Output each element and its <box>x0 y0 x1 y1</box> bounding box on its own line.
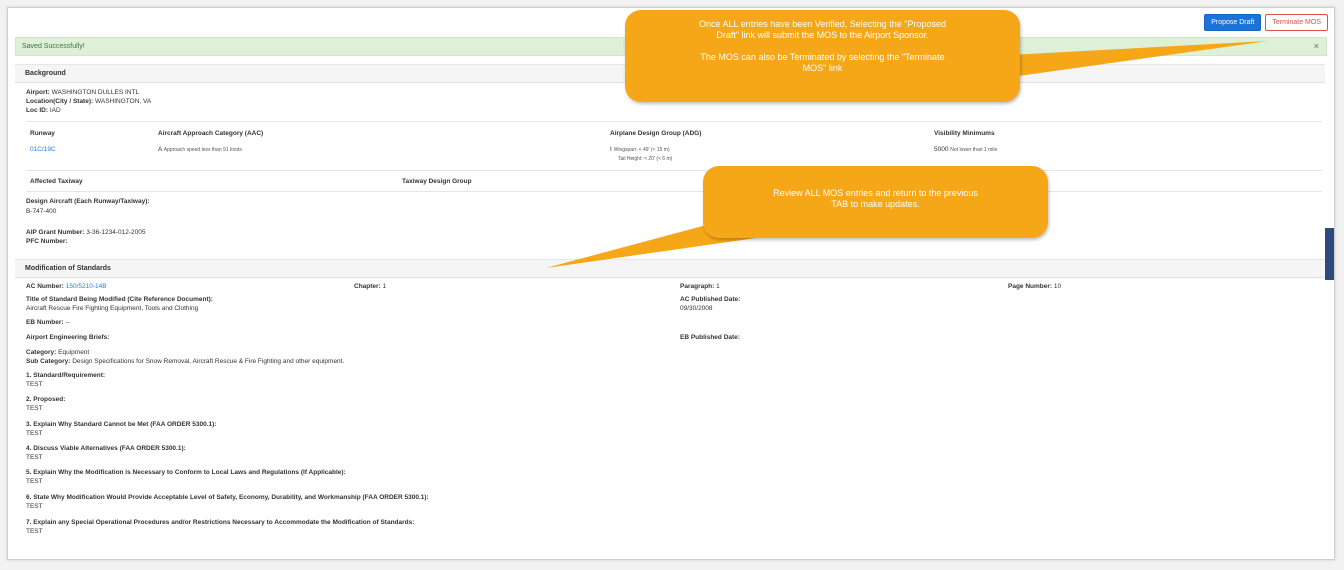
callout-text: Once ALL entries have been Verified, Sel… <box>698 19 947 29</box>
callout-text: Draft" link will submit the MOS to the A… <box>716 30 929 40</box>
top-callout: Once ALL entries have been Verified, Sel… <box>625 10 1020 102</box>
top-callout-pointer <box>990 41 1268 80</box>
callout-text: The MOS can also be Terminated by select… <box>700 52 945 62</box>
callout-text: TAB to make updates. <box>831 199 920 209</box>
mid-callout: Review ALL MOS entries and return to the… <box>703 166 1048 238</box>
callout-text: MOS" link <box>802 63 843 73</box>
callout-text: Review ALL MOS entries and return to the… <box>773 188 978 198</box>
